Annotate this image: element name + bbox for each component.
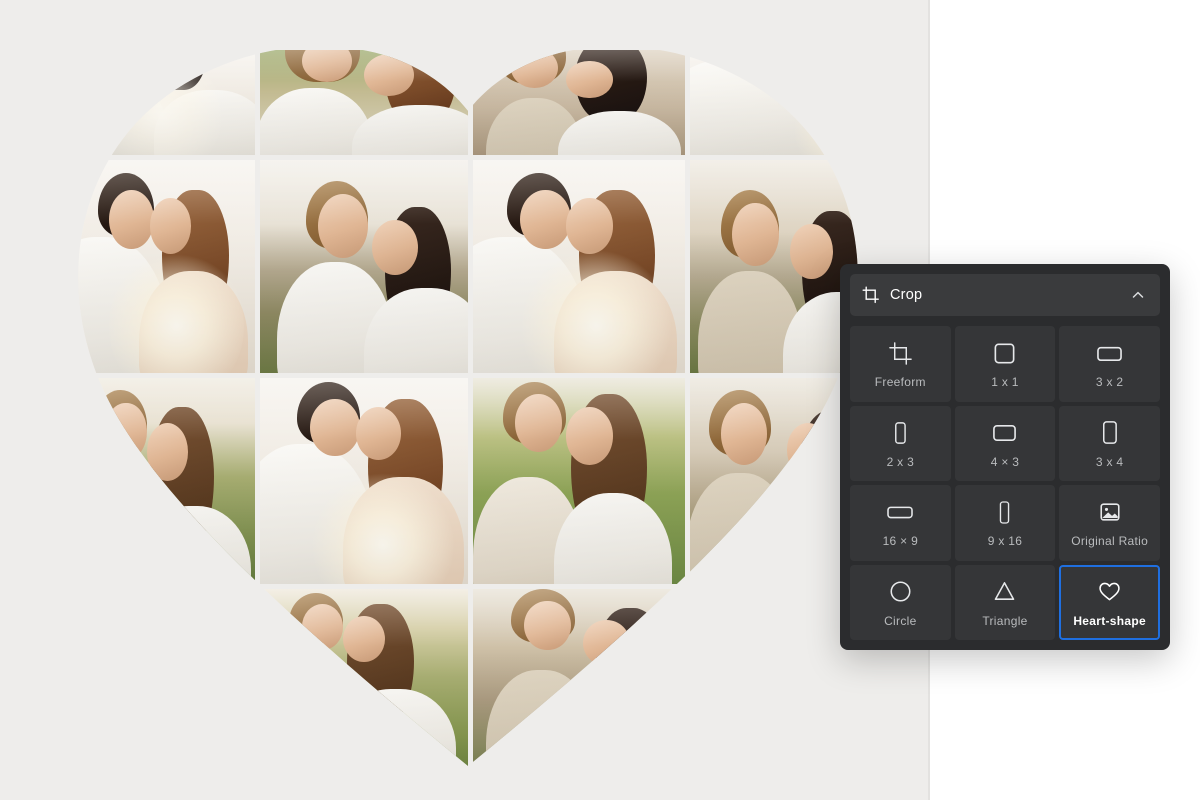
circle-icon <box>888 577 913 607</box>
collage-tile[interactable] <box>260 160 468 373</box>
collage-tile[interactable] <box>68 160 255 373</box>
crop-panel: Crop Freeform 1 x 1 3 x 2 2 x 3 4 × 3 3 … <box>840 264 1170 650</box>
heart-collage[interactable] <box>68 50 868 766</box>
app-canvas: Crop Freeform 1 x 1 3 x 2 2 x 3 4 × 3 3 … <box>0 0 1200 800</box>
image-icon <box>1098 497 1122 527</box>
crop-options-grid: Freeform 1 x 1 3 x 2 2 x 3 4 × 3 3 x 4 1… <box>850 326 1160 640</box>
crop-option-label: Freeform <box>874 375 926 390</box>
collage-tile[interactable] <box>690 50 883 155</box>
collage-tile[interactable] <box>68 378 255 584</box>
collage-tile[interactable] <box>473 160 685 373</box>
collage-tile[interactable] <box>260 589 468 781</box>
crop-option-heart-shape[interactable]: Heart-shape <box>1059 564 1160 640</box>
crop-option-circle[interactable]: Circle <box>850 564 951 640</box>
crop-option-9x16[interactable]: 9 x 16 <box>954 485 1056 561</box>
crop-option-label: Triangle <box>982 613 1028 628</box>
crop-option-label: 3 x 4 <box>1095 454 1124 469</box>
heart-icon <box>1097 577 1122 607</box>
collage-tile[interactable] <box>473 50 685 155</box>
landscape-3-2-icon <box>1095 338 1124 368</box>
collage-tile[interactable] <box>473 589 685 781</box>
crop-option-label: Circle <box>884 613 917 628</box>
crop-option-2x3[interactable]: 2 x 3 <box>850 405 951 481</box>
crop-option-original-ratio[interactable]: Original Ratio <box>1059 485 1160 561</box>
crop-option-label: 9 x 16 <box>987 534 1023 549</box>
portrait-9-16-icon <box>994 497 1015 527</box>
crop-option-label: 2 x 3 <box>886 454 915 469</box>
editor-canvas-board <box>0 0 928 800</box>
crop-option-3x2[interactable]: 3 x 2 <box>1059 326 1160 402</box>
collage-tile[interactable] <box>260 378 468 584</box>
crop-icon <box>862 286 880 304</box>
crop-option-label: Original Ratio <box>1071 534 1149 549</box>
crop-option-3x4[interactable]: 3 x 4 <box>1059 405 1160 481</box>
triangle-icon <box>992 577 1017 607</box>
crop-option-triangle[interactable]: Triangle <box>954 564 1056 640</box>
crop-option-1x1[interactable]: 1 x 1 <box>954 326 1056 402</box>
crop-option-16x9[interactable]: 16 × 9 <box>850 485 951 561</box>
collage-grid <box>68 50 868 766</box>
square-icon <box>992 338 1017 368</box>
collage-tile[interactable] <box>260 50 468 155</box>
freeform-crop-icon <box>888 338 913 368</box>
collage-tile[interactable] <box>68 50 255 155</box>
crop-option-label: Heart-shape <box>1073 613 1146 628</box>
crop-option-label: 16 × 9 <box>882 534 919 549</box>
crop-option-label: 1 x 1 <box>991 375 1019 390</box>
portrait-3-4-icon <box>1098 418 1121 448</box>
crop-option-freeform[interactable]: Freeform <box>850 326 951 402</box>
landscape-4-3-icon <box>990 418 1019 448</box>
collage-tile[interactable] <box>473 378 685 584</box>
chevron-up-icon[interactable] <box>1130 287 1146 303</box>
crop-panel-header[interactable]: Crop <box>850 274 1160 316</box>
crop-panel-title: Crop <box>890 287 923 303</box>
crop-option-4x3[interactable]: 4 × 3 <box>954 405 1056 481</box>
landscape-16-9-icon <box>885 497 915 527</box>
portrait-2-3-icon <box>889 418 911 448</box>
crop-option-label: 4 × 3 <box>990 454 1020 469</box>
crop-option-label: 3 x 2 <box>1095 375 1124 390</box>
